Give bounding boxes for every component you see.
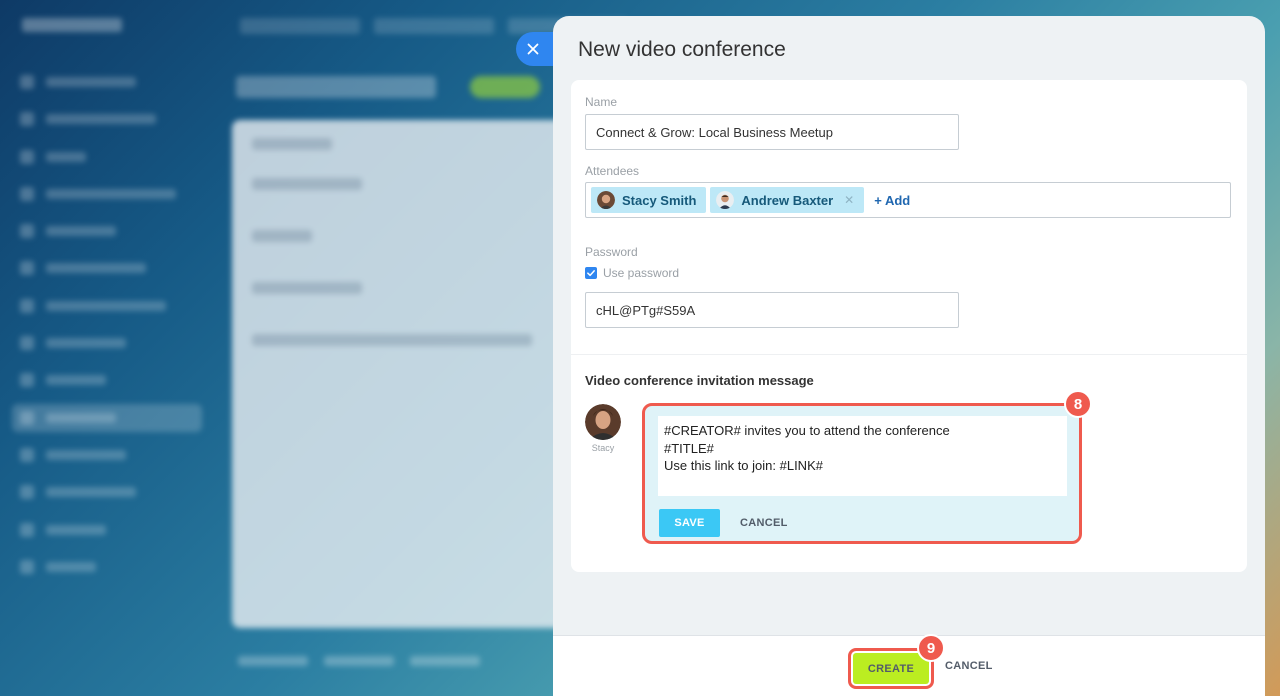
new-conference-slider: New video conference Name Connect & Grow… (553, 16, 1265, 696)
invitation-section-title: Video conference invitation message (585, 373, 814, 388)
create-button[interactable]: CREATE (853, 653, 929, 684)
attendee-name: Stacy Smith (622, 192, 697, 208)
attendee-name: Andrew Baxter (741, 192, 834, 208)
message-author: Stacy (585, 404, 621, 453)
check-icon (587, 270, 595, 277)
cancel-button[interactable]: CANCEL (945, 660, 993, 672)
password-input[interactable]: cHL@PTg#S59A (585, 292, 959, 328)
bg-sidebar (12, 68, 202, 590)
slider-footer: CREATE CANCEL 9 (553, 634, 1265, 696)
step-badge-9: 9 (917, 634, 945, 662)
invitation-message-editor: #CREATOR# invites you to attend the conf… (642, 403, 1082, 544)
invitation-message-textarea[interactable]: #CREATOR# invites you to attend the conf… (658, 416, 1067, 496)
use-password-label: Use password (603, 266, 680, 280)
conference-form-card: Name Connect & Grow: Local Business Meet… (571, 80, 1247, 572)
add-attendee-link[interactable]: + Add (874, 193, 910, 208)
attendees-label: Attendees (585, 164, 640, 178)
attendee-chip-stacy-smith[interactable]: Stacy Smith (591, 187, 707, 213)
avatar (716, 191, 735, 209)
bg-logo (22, 18, 122, 32)
section-divider (571, 354, 1247, 355)
use-password-row: Use password (585, 266, 679, 280)
avatar (585, 404, 621, 440)
step-badge-8: 8 (1064, 390, 1092, 418)
bg-page-title (236, 76, 436, 98)
name-label: Name (585, 95, 618, 109)
name-input[interactable]: Connect & Grow: Local Business Meetup (585, 114, 959, 150)
slider-title: New video conference (578, 38, 786, 61)
avatar (597, 191, 615, 209)
password-label: Password (585, 245, 638, 259)
close-icon (527, 43, 539, 55)
author-name: Stacy (591, 443, 615, 453)
attendees-field[interactable]: Stacy Smith Andrew Baxter ✕ + Add (585, 182, 1231, 218)
use-password-checkbox[interactable] (585, 267, 597, 279)
cancel-message-button[interactable]: CANCEL (740, 509, 788, 537)
save-message-button[interactable]: SAVE (659, 509, 720, 537)
remove-attendee-icon[interactable]: ✕ (844, 193, 854, 207)
bg-footer (238, 656, 480, 666)
bg-button (470, 76, 540, 98)
attendee-chip-andrew-baxter[interactable]: Andrew Baxter ✕ (710, 187, 865, 213)
bg-panel (232, 120, 572, 628)
